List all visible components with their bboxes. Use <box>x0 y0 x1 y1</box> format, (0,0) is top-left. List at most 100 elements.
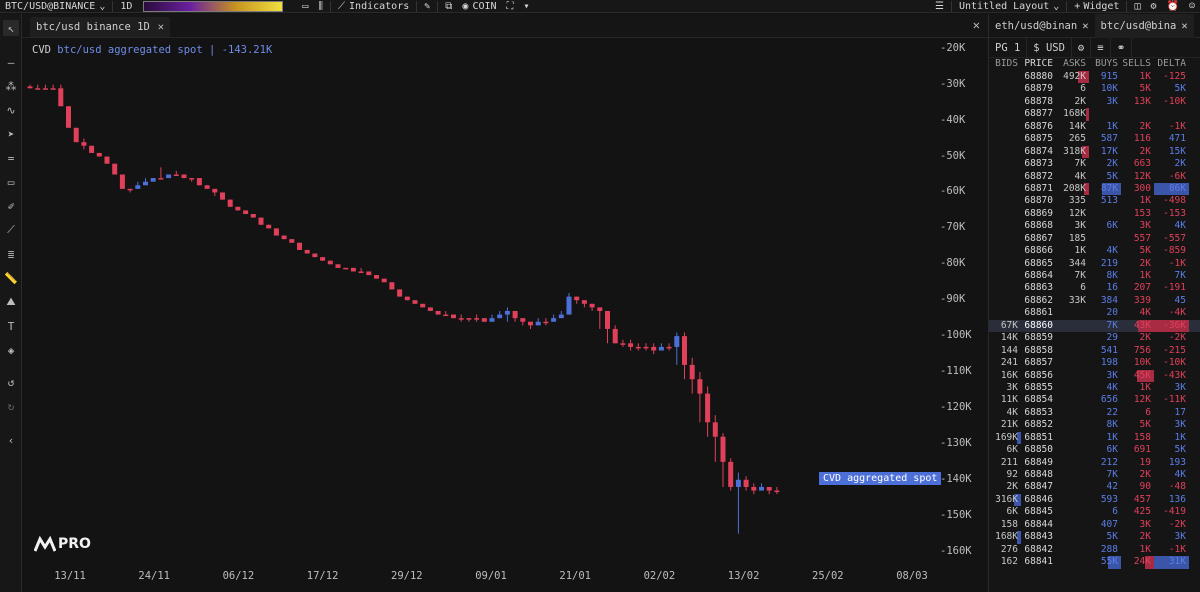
orderbook-row[interactable]: 68862 33K 384 339 45 <box>989 295 1200 307</box>
orderbook-row[interactable]: 276 68842 288 1K -1K <box>989 544 1200 556</box>
draw-button[interactable]: ✎ <box>419 0 435 12</box>
settings-button[interactable]: ⚙ <box>1145 0 1161 12</box>
orderbook-row[interactable]: 68865 344 219 2K -1K <box>989 258 1200 270</box>
layout-selector[interactable]: Untitled Layout ⌄ <box>954 0 1064 12</box>
account-button[interactable]: ☺ <box>1184 0 1200 12</box>
chart-pane[interactable]: CVD btc/usd aggregated spot | -143.21K -… <box>22 38 988 592</box>
arrow-tool[interactable]: ➤ <box>3 126 19 142</box>
tab-btc-usd[interactable]: btc/usd@bina ✕ <box>1094 13 1194 38</box>
tab-eth-usd[interactable]: eth/usd@binan ✕ <box>989 14 1095 38</box>
redo-button[interactable]: ↻ <box>3 398 19 414</box>
text-tool[interactable]: T <box>3 318 19 334</box>
symbol-selector[interactable]: BTC/USD@BINANCE ⌄ <box>0 0 110 12</box>
nodes-tool[interactable]: ⁂ <box>3 78 19 94</box>
pattern-tool[interactable]: ⛰ <box>3 294 19 310</box>
compare-button[interactable]: ⧉ <box>440 0 457 12</box>
line-tool[interactable]: — <box>3 54 19 70</box>
orderbook-row[interactable]: 3K 68855 4K 1K 3K <box>989 382 1200 394</box>
orderbook-row[interactable]: 16K 68856 3K 45K -43K <box>989 369 1200 382</box>
hline-tool[interactable]: = <box>3 150 19 166</box>
orderbook-row[interactable]: 68868 3K 6K 3K 4K <box>989 220 1200 232</box>
bars-button[interactable]: ⫼ <box>313 0 328 12</box>
orderbook-row[interactable]: 68869 12K 153 -153 <box>989 208 1200 220</box>
cell-buy: 915 <box>1089 71 1121 83</box>
orderbook-row[interactable]: 68878 2K 3K 13K -10K <box>989 96 1200 108</box>
orderbook-row[interactable]: 68861 20 4K -4K <box>989 307 1200 319</box>
orderbook-row[interactable]: 68874 318K 17K 2K 15K <box>989 145 1200 159</box>
columns-button[interactable]: ≡ <box>1091 37 1111 58</box>
interval-selector[interactable]: 1D <box>115 0 137 12</box>
orderbook-row[interactable]: 241 68857 198 10K -10K <box>989 357 1200 369</box>
candle-body <box>381 278 387 283</box>
ruler-tool[interactable]: 📏 <box>3 270 19 286</box>
orderbook-row[interactable]: 68863 6 16 207 -191 <box>989 282 1200 294</box>
cell-sell: 5K <box>1121 83 1154 95</box>
orderbook-row[interactable]: 168K 68843 5K 2K 3K <box>989 531 1200 544</box>
orderbook-row[interactable]: 4K 68853 22 6 17 <box>989 407 1200 419</box>
orderbook-row[interactable]: 211 68849 212 19 193 <box>989 457 1200 469</box>
indicators-button[interactable]: ⟋ Indicators <box>333 0 414 12</box>
orderbook-row[interactable]: 68875 265 587 116 471 <box>989 133 1200 145</box>
orderbook-row[interactable]: 68876 14K 1K 2K -1K <box>989 121 1200 133</box>
orderbook-rows[interactable]: 68880 492K 915 1K -125 68879 6 10K 5K 5K 68878 2K 3K… <box>989 71 1200 578</box>
orderbook-mid-row[interactable]: 67K 68860 7K 43K -36K <box>989 319 1200 333</box>
cell-value: 407 <box>1100 518 1118 530</box>
orderbook-row[interactable]: 14K 68859 29 2K -2K <box>989 332 1200 344</box>
chart-tab[interactable]: btc/usd binance 1D ✕ <box>30 17 171 37</box>
orderbook-row[interactable]: 68866 1K 4K 5K -859 <box>989 245 1200 257</box>
alerts-button[interactable]: ⏰ <box>1162 0 1184 12</box>
divider <box>330 0 332 12</box>
screenshot-button[interactable]: ◫ <box>1129 0 1145 12</box>
rectangle-tool[interactable]: ▭ <box>3 174 19 190</box>
orderbook-row[interactable]: 68871 208K 87K 300 86K <box>989 182 1200 196</box>
chart-type-button[interactable]: ▭ <box>297 0 313 12</box>
orderbook-row[interactable]: 169K 68851 1K 158 1K <box>989 431 1200 445</box>
orderbook-row[interactable]: 68873 7K 2K 663 2K <box>989 158 1200 170</box>
close-icon[interactable]: ✕ <box>1181 20 1187 32</box>
x-tick-label: 06/12 <box>222 570 255 582</box>
collapse-button[interactable]: ‹ <box>3 432 19 448</box>
brush-tool[interactable]: ✐ <box>3 198 19 214</box>
orderbook-row[interactable]: 6K 68850 6K 691 5K <box>989 444 1200 456</box>
orderbook-row[interactable]: 158 68844 407 3K -2K <box>989 519 1200 531</box>
cell-value: 68850 <box>1024 444 1053 456</box>
orderbook-row[interactable]: 68880 492K 915 1K -125 <box>989 71 1200 84</box>
orderbook-row[interactable]: 68879 6 10K 5K 5K <box>989 83 1200 95</box>
pane-close-icon[interactable]: ✕ <box>973 18 980 32</box>
orderbook-row[interactable]: 68867 185 557 -557 <box>989 233 1200 245</box>
orderbook-row[interactable]: 162 68841 55K 24K 31K <box>989 556 1200 569</box>
series-price-tag: CVD aggregated spot <box>819 472 942 485</box>
cursor-tool[interactable]: ↖ <box>3 20 19 36</box>
currency-selector[interactable]: $ USD <box>1027 37 1072 58</box>
orderbook-row[interactable]: 21K 68852 8K 5K 3K <box>989 419 1200 431</box>
settings-button[interactable]: ⚙ <box>1072 37 1092 58</box>
menu-button[interactable]: ☰ <box>930 0 949 12</box>
page-selector[interactable]: PG 1 <box>989 37 1028 58</box>
orderbook-row[interactable]: 68877 168K <box>989 108 1200 121</box>
fib-tool[interactable]: ≣ <box>3 246 19 262</box>
orderbook-row[interactable]: 11K 68854 656 12K -11K <box>989 394 1200 406</box>
dropdown-button[interactable]: ▾ <box>519 0 535 12</box>
add-widget-button[interactable]: + Widget <box>1069 0 1124 12</box>
undo-button[interactable]: ↺ <box>3 374 19 390</box>
fullscreen-button[interactable]: ⛶ <box>502 0 519 12</box>
trend-tool[interactable]: ⟋ <box>3 222 19 238</box>
link-button[interactable]: ⚭ <box>1111 37 1133 58</box>
path-tool[interactable]: ∿ <box>3 102 19 118</box>
layers-tool[interactable]: ◈ <box>3 342 19 358</box>
orderbook-row[interactable]: 2K 68847 42 90 -48 <box>989 481 1200 493</box>
orderbook-row[interactable]: 6K 68845 6 425 -419 <box>989 506 1200 518</box>
coin-button[interactable]: ◉ COIN <box>457 0 501 12</box>
heatmap-gradient-slider[interactable] <box>143 0 284 12</box>
close-icon[interactable]: ✕ <box>1082 20 1088 32</box>
close-icon[interactable]: ✕ <box>158 21 164 33</box>
x-axis[interactable]: 13/11 24/11 06/12 17/12 29/12 09/01 21/01 02/02… <box>22 566 932 586</box>
orderbook-row[interactable]: 316K 68846 593 457 136 <box>989 493 1200 507</box>
col-delta: DELTA <box>1157 58 1186 70</box>
orderbook-row[interactable]: 68872 4K 5K 12K -6K <box>989 171 1200 183</box>
orderbook-row[interactable]: 68864 7K 8K 1K 7K <box>989 270 1200 282</box>
orderbook-row[interactable]: 92 68848 7K 2K 4K <box>989 469 1200 481</box>
orderbook-row[interactable]: 68870 335 513 1K -498 <box>989 195 1200 207</box>
y-axis[interactable]: -20K -30K -40K -50K -60K -70K -80K -90K -100K -11… <box>932 38 988 568</box>
orderbook-row[interactable]: 144 68858 541 756 -215 <box>989 345 1200 357</box>
